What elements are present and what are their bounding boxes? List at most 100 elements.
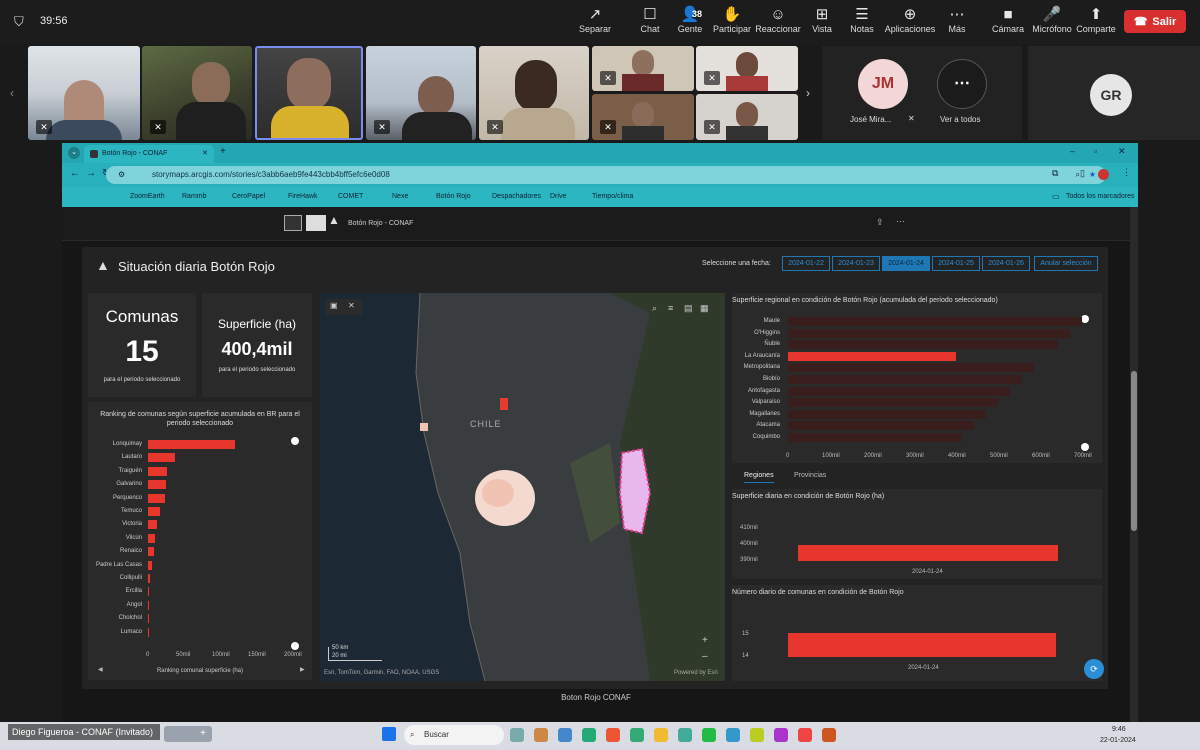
new-tab-icon[interactable]: +: [220, 146, 226, 157]
bookmark-item[interactable]: FireHawk: [288, 193, 318, 200]
video-tile[interactable]: ✕: [696, 94, 798, 140]
taskbar-app-icon[interactable]: [726, 728, 740, 742]
zoom-out-icon[interactable]: –: [702, 651, 708, 662]
tab-provincias[interactable]: Provincias: [794, 472, 826, 479]
video-tile[interactable]: ✕: [696, 46, 798, 91]
taskbar-app-icon[interactable]: [774, 728, 788, 742]
ranking-bar[interactable]: [148, 480, 166, 490]
region-bar[interactable]: [788, 351, 957, 361]
bookmark-item[interactable]: CeroPapel: [232, 193, 265, 200]
close-window-icon[interactable]: ✕: [1118, 146, 1126, 157]
more-participants-button[interactable]: ⋯: [937, 59, 987, 109]
leave-button[interactable]: ☎ Salir: [1124, 10, 1186, 33]
region-bar-empty[interactable]: [788, 421, 974, 431]
video-tile[interactable]: ✕: [142, 46, 252, 140]
date-button[interactable]: 2024-01-22: [782, 256, 830, 271]
bookmark-star-icon[interactable]: ★: [1089, 166, 1096, 184]
taskbar-app-icon[interactable]: [510, 728, 524, 742]
ranking-bar[interactable]: [148, 614, 149, 624]
scrollbar[interactable]: [1130, 207, 1138, 723]
basemap-icon[interactable]: ▣: [330, 301, 338, 310]
sidepanel-icon[interactable]: ▯: [1080, 168, 1085, 179]
video-tile[interactable]: ✕: [592, 46, 694, 91]
share-icon[interactable]: ⇪: [876, 217, 884, 228]
region-bar-empty[interactable]: [788, 317, 1082, 326]
ranking-bar[interactable]: [148, 507, 161, 516]
back-icon[interactable]: ←: [70, 168, 80, 179]
taskbar-app-icon[interactable]: [702, 728, 716, 742]
taskbar-app-icon[interactable]: [654, 728, 668, 742]
ranking-bar[interactable]: [148, 574, 151, 583]
video-tile-active[interactable]: [255, 46, 363, 140]
bookmark-item[interactable]: Despachadores: [492, 193, 541, 200]
date-button[interactable]: 2024-01-23: [832, 256, 880, 271]
url-field[interactable]: ⚙ storymaps.arcgis.com/stories/c3abb6aeb…: [106, 166, 1106, 184]
scrollbar-thumb[interactable]: [1131, 371, 1137, 531]
regional-slider-handle[interactable]: [1081, 443, 1089, 451]
ranking-bar[interactable]: [148, 560, 153, 570]
taskbar-app-icon[interactable]: [534, 728, 548, 742]
avatar[interactable]: GR: [1090, 74, 1132, 116]
ranking-bar[interactable]: [148, 440, 236, 449]
search-icon[interactable]: ⌕: [652, 303, 657, 314]
ranking-bar[interactable]: [148, 466, 168, 476]
ranking-bar[interactable]: [148, 600, 150, 610]
minimize-icon[interactable]: –: [1070, 146, 1075, 156]
maximize-icon[interactable]: ▫: [1094, 146, 1097, 156]
region-bar-empty[interactable]: [788, 363, 1034, 373]
clear-selection-button[interactable]: Anular selección: [1034, 256, 1098, 271]
date-button[interactable]: 2024-01-26: [982, 256, 1030, 271]
refresh-button[interactable]: ⟳: [1084, 659, 1104, 679]
taskbar-app-icon[interactable]: [750, 728, 764, 742]
next-page-arrow[interactable]: ›: [806, 86, 810, 100]
ranking-bar[interactable]: [148, 453, 176, 463]
region-bar-empty[interactable]: [788, 398, 998, 408]
browser-tab[interactable]: Botón Rojo - CONAF ✕: [84, 145, 214, 163]
region-bar-empty[interactable]: [788, 409, 986, 419]
toolbar-separar-button[interactable]: ↗ Separar: [565, 6, 625, 34]
profile-icon[interactable]: [1098, 169, 1109, 180]
bookmark-item[interactable]: Rammb: [182, 193, 207, 200]
video-tile[interactable]: ✕: [366, 46, 476, 140]
daily-count-bar[interactable]: [788, 633, 1056, 657]
region-bar-empty[interactable]: [788, 340, 1058, 350]
taskbar-app-icon[interactable]: [582, 728, 596, 742]
basemap-gallery-icon[interactable]: ▦: [700, 303, 709, 314]
taskbar-app-icon[interactable]: [558, 728, 572, 742]
extensions-icon[interactable]: ⧉: [1052, 168, 1058, 179]
video-tile[interactable]: ✕: [592, 94, 694, 140]
bookmark-item[interactable]: Tiempo/clima: [592, 193, 633, 200]
zoom-in-icon[interactable]: +: [702, 635, 708, 646]
prev-page-arrow[interactable]: ‹: [10, 86, 14, 100]
taskbar-search[interactable]: ⌕ Buscar: [404, 725, 504, 745]
video-tile[interactable]: ✕: [479, 46, 589, 140]
toolbar-comparte-button[interactable]: ⬆ Comparte: [1066, 6, 1126, 34]
fire-map[interactable]: ▣ ✕ ⌕ ≡ ▤ ▦ CHILE + – 50 km 20 mi Esri, …: [320, 293, 725, 681]
all-bookmarks[interactable]: Todos los marcadores: [1066, 193, 1134, 200]
ranking-bar[interactable]: [148, 587, 150, 597]
ranking-bar[interactable]: [148, 493, 166, 503]
browser-menu-icon[interactable]: ⋮: [1122, 167, 1131, 178]
windows-start-icon[interactable]: [382, 727, 396, 741]
layers-icon[interactable]: ≡: [668, 303, 673, 313]
taskbar-app-icon[interactable]: [606, 728, 620, 742]
close-tab-icon[interactable]: ✕: [202, 145, 208, 163]
more-options-icon[interactable]: ⋯: [896, 216, 905, 227]
taskbar-app-icon[interactable]: [822, 728, 836, 742]
region-bar-empty[interactable]: [788, 433, 962, 442]
bookmark-item[interactable]: Nexe: [392, 193, 408, 200]
tab-menu-icon[interactable]: ⌄: [68, 147, 80, 159]
ranking-bar[interactable]: [148, 547, 154, 557]
ranking-slider-handle[interactable]: [291, 437, 299, 445]
taskbar-app-icon[interactable]: [678, 728, 692, 742]
taskbar-app-icon[interactable]: [630, 728, 644, 742]
bookmark-item[interactable]: ZoomEarth: [130, 193, 165, 200]
site-info-icon[interactable]: ⚙: [118, 166, 125, 184]
regional-slider-handle[interactable]: [1081, 315, 1089, 323]
ranking-bar[interactable]: [148, 533, 156, 543]
region-bar-empty[interactable]: [788, 386, 1010, 396]
video-tile[interactable]: ✕: [28, 46, 140, 140]
avatar[interactable]: JM: [858, 59, 908, 109]
forward-icon[interactable]: →: [86, 168, 96, 179]
taskbar-app-icon[interactable]: [798, 728, 812, 742]
